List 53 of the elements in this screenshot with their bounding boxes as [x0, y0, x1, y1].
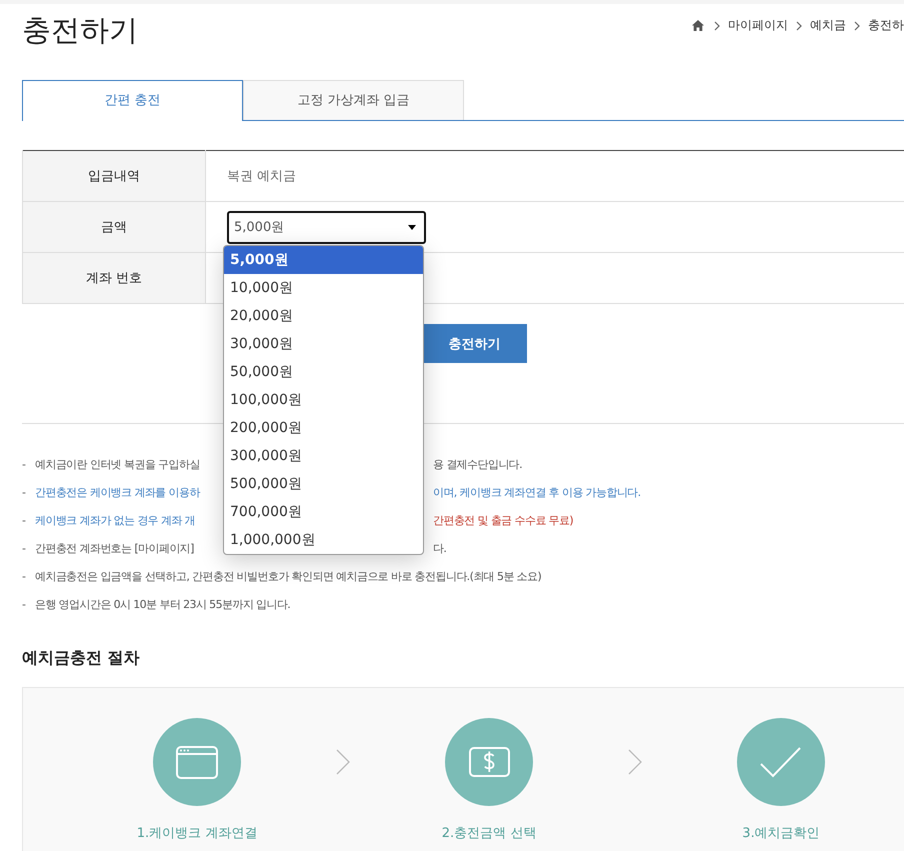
amount-select[interactable]: 5,000원 — [227, 210, 426, 244]
step-label: 1.케이뱅크 계좌연결 — [136, 825, 258, 842]
dropdown-option[interactable]: 1,000,000원 — [224, 526, 423, 554]
note-text: 다. — [433, 540, 446, 556]
note-text: 예치금충전은 입금액을 선택하고, 간편충전 비빌번호가 확인되면 예치금으로 바로 충전됩니다.(최대 5분 소요) — [35, 568, 542, 584]
home-icon[interactable] — [692, 20, 704, 31]
dash-mark: - — [22, 570, 26, 582]
dropdown-option[interactable]: 200,000원 — [224, 414, 423, 442]
note-text: 은행 영업시간은 0시 10분 부터 23시 55분까지 입니다. — [35, 596, 290, 612]
chevron-icon — [854, 20, 860, 30]
chevron-icon — [336, 749, 350, 775]
chevron-icon — [628, 749, 642, 775]
dash-mark: - — [22, 514, 26, 526]
tab[interactable]: 간편 충전 — [22, 80, 243, 121]
chevron-icon — [796, 20, 802, 30]
section-title: 예치금충전 절차 — [22, 647, 141, 669]
dash-mark: - — [22, 486, 26, 498]
field-value: 복권 예치금 — [227, 169, 296, 184]
dropdown-option[interactable]: 700,000원 — [224, 498, 423, 526]
step-label: 2.충전금액 선택 — [442, 825, 536, 842]
breadcrumb-link[interactable]: 마이페이지 — [728, 17, 788, 34]
dollar-bill-icon — [445, 718, 533, 806]
dropdown-option[interactable]: 30,000원 — [224, 330, 423, 358]
dropdown-option[interactable]: 10,000원 — [224, 274, 423, 302]
dash-mark: - — [22, 542, 26, 554]
note-text: 간편충전 계좌번호는 [마이페이지] — [35, 540, 195, 556]
note-text: 용 결제수단입니다. — [433, 456, 522, 472]
breadcrumb-link[interactable]: 예치금 — [810, 17, 846, 34]
note-text: 케이뱅크 계좌가 없는 경우 계좌 개 — [35, 512, 196, 528]
dropdown-option[interactable]: 20,000원 — [224, 302, 423, 330]
dropdown-option[interactable]: 100,000원 — [224, 386, 423, 414]
row-label: 계좌 번호 — [22, 252, 206, 304]
breadcrumb-link[interactable]: 충전하 — [868, 17, 904, 34]
note-text: 이며, 케이뱅크 계좌연결 후 이용 가능합니다. — [433, 484, 640, 500]
tab[interactable]: 고정 가상계좌 입금 — [243, 80, 464, 120]
dropdown-option[interactable]: 300,000원 — [224, 442, 423, 470]
row-label: 금액 — [22, 202, 206, 252]
row-label: 입금내역 — [22, 150, 206, 202]
page-title: 충전하기 — [22, 12, 138, 49]
note-text: 예치금이란 인터넷 복권을 구입하실 — [35, 456, 201, 472]
dash-mark: - — [22, 598, 26, 610]
dash-mark: - — [22, 458, 26, 470]
caret-icon — [408, 224, 416, 230]
charge-button[interactable]: 충전하기 — [422, 324, 527, 363]
browser-window-icon — [153, 718, 241, 806]
checkmark-icon — [737, 718, 825, 806]
note-text: 간편충전은 케이뱅크 계좌를 이용하 — [35, 484, 202, 500]
dropdown-option[interactable]: 5,000원 — [224, 246, 423, 274]
dropdown-option[interactable]: 500,000원 — [224, 470, 423, 498]
note-text: 간편충전 및 출금 수수료 무료) — [433, 512, 574, 528]
step-label: 3.예치금확인 — [742, 825, 820, 842]
chevron-icon — [714, 20, 720, 30]
dropdown-option[interactable]: 50,000원 — [224, 358, 423, 386]
